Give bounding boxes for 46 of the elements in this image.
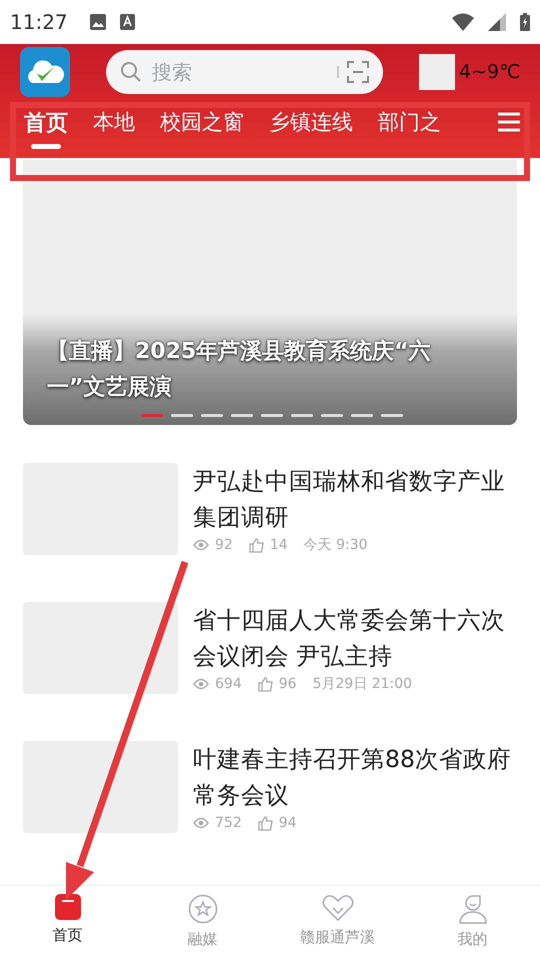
search-icon <box>120 61 142 83</box>
thumbs-up-icon <box>258 816 273 830</box>
nav-tab[interactable]: 赣服通芦溪 <box>270 886 405 960</box>
heart-icon <box>322 894 354 922</box>
nav-tab[interactable]: 首页 <box>0 886 135 960</box>
publish-time: 今天 9:30 <box>304 536 368 554</box>
view-count: 694 <box>215 676 242 692</box>
eye-icon <box>193 817 209 829</box>
thumbnail-placeholder[interactable] <box>23 602 178 694</box>
nav-tab[interactable]: 融媒 <box>135 886 270 960</box>
category-tab[interactable]: 乡镇连线 <box>269 108 353 149</box>
search-field[interactable]: 搜索 <box>150 59 329 85</box>
like-count: 96 <box>278 676 297 692</box>
nav-tab[interactable]: 我的 <box>405 886 540 960</box>
eye-icon <box>193 539 209 551</box>
like-count: 14 <box>270 537 288 553</box>
eye-icon <box>193 678 209 690</box>
search-bar[interactable]: 搜索 <box>106 50 383 94</box>
news-title[interactable]: 省十四届人大常委会第十六次会议闭会 尹弘主持 <box>193 602 517 674</box>
battery-icon <box>520 13 530 31</box>
banner-title: 【直播】2025年芦溪县教育系统庆“六一”文艺展演 <box>47 338 432 402</box>
category-tab[interactable]: 首页 <box>24 108 68 149</box>
app-logo <box>20 47 70 97</box>
banner-placeholder[interactable]: 【直播】2025年芦溪县教育系统庆“六一”文艺展演 <box>23 160 517 425</box>
keyboard-icon <box>120 14 135 30</box>
news-title[interactable]: 尹弘赴中国瑞林和省数字产业集团调研 <box>193 463 517 535</box>
category-tab[interactable]: 部门之 <box>378 108 441 149</box>
news-title[interactable]: 叶建春主持召开第88次省政府常务会议 <box>193 741 517 813</box>
category-tab[interactable]: 校园之窗 <box>160 108 244 149</box>
publish-time: 5月29日 21:00 <box>312 675 412 693</box>
image-icon <box>90 14 106 30</box>
like-count: 94 <box>278 815 297 831</box>
scan-icon[interactable] <box>347 61 369 83</box>
wifi-icon <box>452 13 474 31</box>
thumbs-up-icon <box>258 676 273 692</box>
category-tab[interactable]: 本地 <box>93 108 135 149</box>
weather-icon-placeholder <box>419 54 455 90</box>
thumbnail-placeholder[interactable] <box>23 741 178 833</box>
status-time: 11:27 <box>10 10 68 34</box>
person-icon <box>458 894 488 924</box>
home-icon <box>54 894 80 920</box>
signal-icon <box>488 13 506 31</box>
view-count: 92 <box>215 537 233 553</box>
temperature-text: 4~9℃ <box>459 61 520 83</box>
thumbs-up-icon <box>248 538 264 552</box>
view-count: 752 <box>215 815 242 831</box>
